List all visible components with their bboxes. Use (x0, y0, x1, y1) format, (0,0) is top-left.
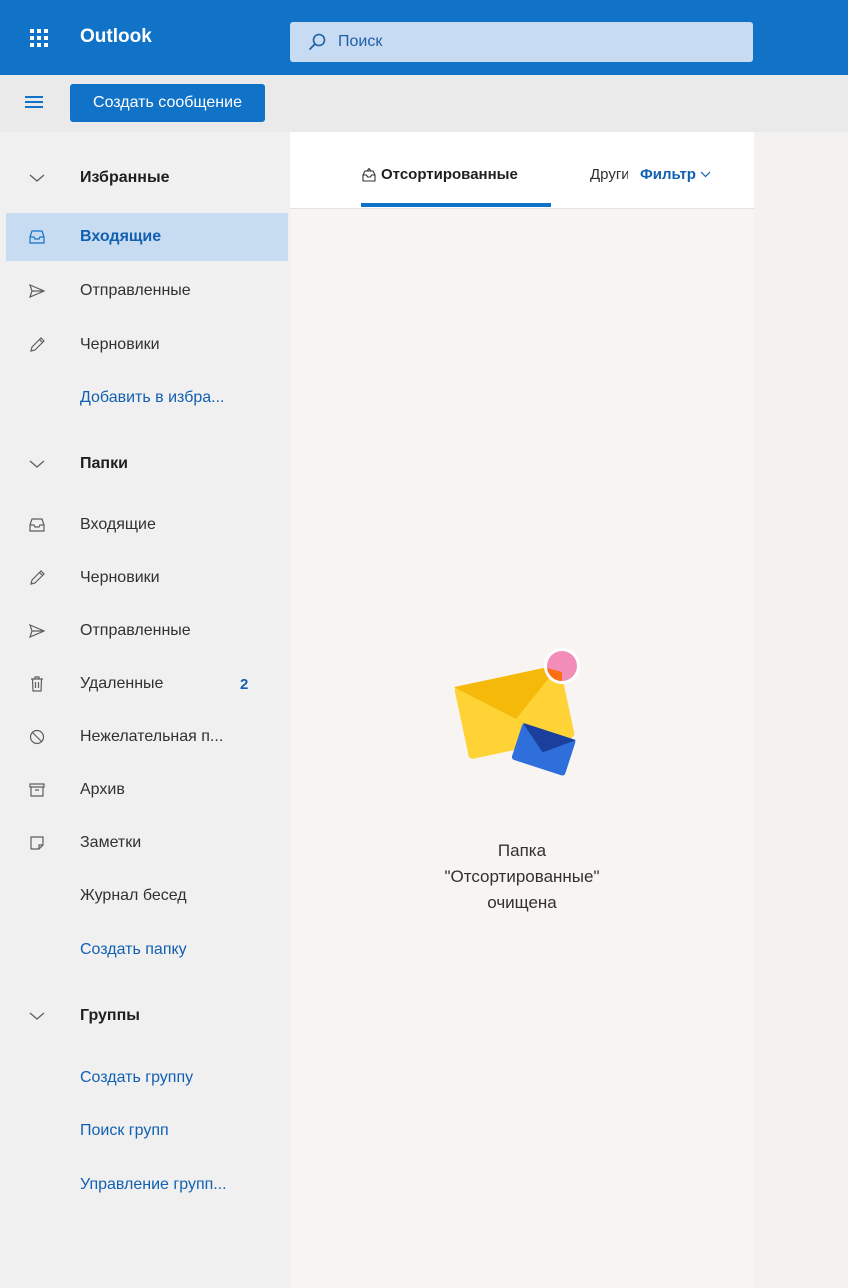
message-list-pane: Отсортированные Другие Фильтр Папка "Отс… (290, 132, 754, 1288)
groups-header-label: Группы (80, 1007, 140, 1024)
archive-icon (26, 779, 48, 801)
top-bar: Outlook Поиск (0, 0, 848, 75)
folder-item-notes[interactable]: Заметки (6, 819, 288, 867)
new-message-button[interactable]: Создать сообщение (70, 84, 265, 122)
favorite-item-drafts[interactable]: Черновики (6, 321, 288, 369)
block-icon (26, 726, 48, 748)
favorite-item-inbox[interactable]: Входящие (6, 213, 288, 261)
manage-groups-link[interactable]: Управление групп... (6, 1161, 288, 1209)
groups-header[interactable]: Группы (6, 992, 288, 1040)
folder-item-conversation-history[interactable]: Журнал бесед (6, 872, 288, 920)
folder-label: Заметки (80, 834, 142, 851)
folder-label: Черновики (80, 569, 160, 586)
create-group-link[interactable]: Создать группу (6, 1054, 288, 1102)
group-link-label: Управление групп... (80, 1176, 227, 1193)
folder-item-deleted[interactable]: Удаленные 2 (6, 660, 288, 708)
inbox-icon (26, 514, 48, 536)
hamburger-icon[interactable] (25, 94, 43, 112)
app-name[interactable]: Outlook (80, 26, 152, 48)
folder-label: Удаленные (80, 675, 164, 692)
chevron-down-icon (26, 167, 48, 189)
group-link-label: Поиск групп (80, 1122, 169, 1139)
empty-folder-illustration (454, 648, 580, 776)
add-favorite-link[interactable]: Добавить в избра... (6, 374, 288, 422)
pencil-icon (26, 334, 48, 356)
send-icon (26, 620, 48, 642)
inbox-icon (26, 226, 48, 248)
folder-label: Архив (80, 781, 125, 798)
tab-other-label: Другие (590, 166, 628, 183)
tab-focused-label: Отсортированные (381, 166, 518, 183)
folder-item-inbox[interactable]: Входящие (6, 501, 288, 549)
tab-focused[interactable]: Отсортированные (362, 166, 518, 183)
chevron-down-icon (700, 171, 711, 178)
favorite-label: Входящие (80, 228, 162, 245)
folders-header-label: Папки (80, 455, 128, 472)
filter-button[interactable]: Фильтр (640, 166, 711, 183)
favorites-header-label: Избранные (80, 169, 170, 186)
active-tab-indicator (361, 203, 551, 207)
folder-label: Входящие (80, 516, 156, 533)
app-launcher-icon[interactable] (20, 20, 56, 56)
create-folder-link[interactable]: Создать папку (6, 926, 288, 974)
folder-label: Отправленные (80, 622, 191, 639)
command-bar: Создать сообщение (0, 75, 848, 132)
search-box[interactable]: Поиск (290, 22, 753, 62)
reading-pane (754, 132, 848, 1288)
folder-item-archive[interactable]: Архив (6, 766, 288, 814)
chevron-down-icon (26, 453, 48, 475)
folder-item-sent[interactable]: Отправленные (6, 607, 288, 655)
folders-header[interactable]: Папки (6, 440, 288, 488)
empty-message-line: "Отсортированные" (444, 867, 600, 886)
tab-other[interactable]: Другие (586, 166, 628, 183)
empty-message-line: очищена (487, 893, 557, 912)
search-groups-link[interactable]: Поиск групп (6, 1107, 288, 1155)
unread-count-badge: 2 (240, 675, 249, 693)
favorites-header[interactable]: Избранные (6, 154, 288, 202)
favorite-item-sent[interactable]: Отправленные (6, 267, 288, 315)
filter-label: Фильтр (640, 166, 696, 183)
trash-icon (26, 673, 48, 695)
folder-label: Нежелательная п... (80, 728, 224, 745)
folder-item-junk[interactable]: Нежелательная п... (6, 713, 288, 761)
empty-folder-message: Папка "Отсортированные" очищена (290, 838, 754, 916)
search-placeholder: Поиск (338, 33, 383, 50)
folder-pane: Избранные Входящие Отправленные Черновик… (0, 132, 290, 1288)
inbox-tabs: Отсортированные Другие Фильтр (290, 132, 754, 209)
folder-item-drafts[interactable]: Черновики (6, 554, 288, 602)
group-link-label: Создать группу (80, 1069, 194, 1086)
pencil-icon (26, 567, 48, 589)
search-icon (309, 33, 326, 50)
send-icon (26, 280, 48, 302)
folder-label: Журнал бесед (80, 887, 187, 904)
chevron-down-icon (26, 1005, 48, 1027)
favorite-label: Черновики (80, 336, 160, 353)
favorite-label: Отправленные (80, 282, 191, 299)
empty-message-line: Папка (497, 841, 547, 860)
create-folder-label: Создать папку (80, 941, 187, 958)
focused-inbox-icon (362, 167, 376, 182)
add-favorite-label: Добавить в избра... (80, 389, 225, 406)
note-icon (26, 832, 48, 854)
